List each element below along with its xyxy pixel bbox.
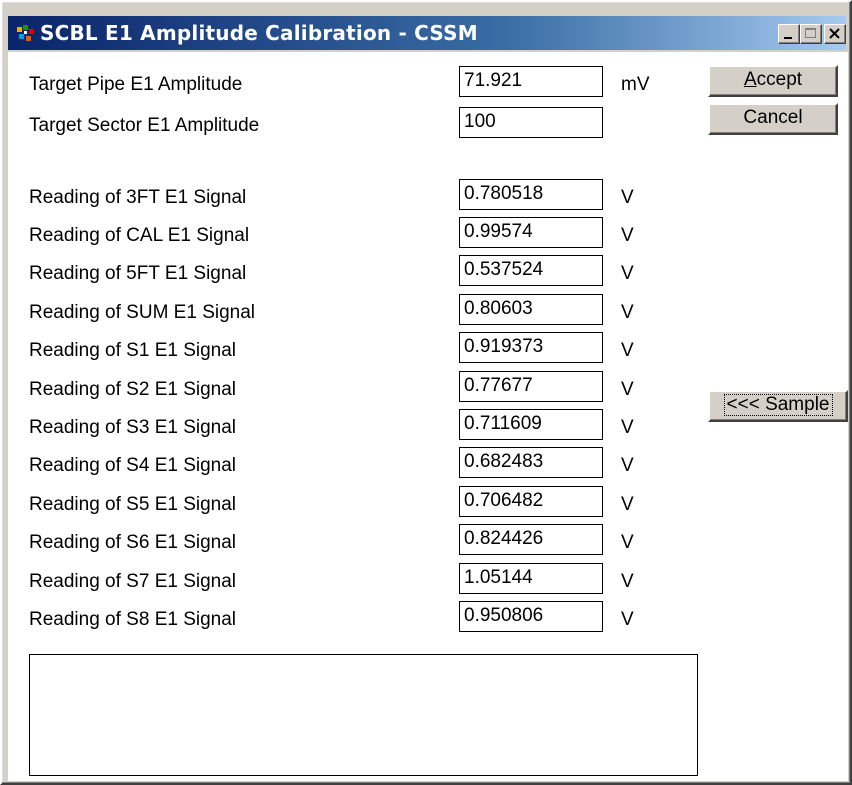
target-pipe-label: Target Pipe E1 Amplitude <box>29 74 243 95</box>
accept-button[interactable]: Accept <box>708 65 838 97</box>
reading-unit-s5: V <box>621 494 634 515</box>
maximize-button[interactable] <box>800 24 822 44</box>
reading-value-s7[interactable]: 1.05144 <box>459 563 603 594</box>
app-icon <box>17 25 34 41</box>
reading-value-s4[interactable]: 0.682483 <box>459 447 603 478</box>
reading-unit-s6: V <box>621 532 634 553</box>
sample-button-label: <<< Sample <box>723 394 833 416</box>
reading-unit-s7: V <box>621 571 634 592</box>
close-button[interactable] <box>824 24 846 44</box>
reading-value-s6[interactable]: 0.824426 <box>459 524 603 555</box>
target-sector-input[interactable]: 100 <box>459 107 603 138</box>
reading-label-s8: Reading of S8 E1 Signal <box>29 609 237 630</box>
accept-button-label: Accept <box>743 69 803 90</box>
cancel-button-label: Cancel <box>743 107 803 128</box>
calibration-window: SCBL E1 Amplitude Calibration - CSSM Tar… <box>0 0 852 785</box>
reading-value-s5[interactable]: 0.706482 <box>459 486 603 517</box>
reading-label-3ft: Reading of 3FT E1 Signal <box>29 187 247 208</box>
maximize-icon <box>805 28 816 38</box>
reading-unit-s2: V <box>621 379 634 400</box>
reading-unit-s1: V <box>621 340 634 361</box>
reading-unit-cal: V <box>621 225 634 246</box>
reading-value-s8[interactable]: 0.950806 <box>459 601 603 632</box>
reading-label-s1: Reading of S1 E1 Signal <box>29 340 237 361</box>
minimize-icon <box>784 37 792 39</box>
reading-label-s5: Reading of S5 E1 Signal <box>29 494 237 515</box>
reading-label-s2: Reading of S2 E1 Signal <box>29 379 237 400</box>
reading-value-s2[interactable]: 0.77677 <box>459 371 603 402</box>
reading-value-s3[interactable]: 0.711609 <box>459 409 603 440</box>
reading-value-sum[interactable]: 0.80603 <box>459 294 603 325</box>
reading-label-s4: Reading of S4 E1 Signal <box>29 455 237 476</box>
reading-label-s3: Reading of S3 E1 Signal <box>29 417 237 438</box>
reading-unit-s4: V <box>621 455 634 476</box>
reading-label-cal: Reading of CAL E1 Signal <box>29 225 250 246</box>
reading-unit-3ft: V <box>621 187 634 208</box>
reading-unit-s8: V <box>621 609 634 630</box>
reading-value-3ft[interactable]: 0.780518 <box>459 179 603 210</box>
sample-button[interactable]: <<< Sample <box>708 390 848 422</box>
reading-unit-sum: V <box>621 302 634 323</box>
reading-label-s6: Reading of S6 E1 Signal <box>29 532 237 553</box>
target-sector-label: Target Sector E1 Amplitude <box>29 115 260 136</box>
reading-value-s1[interactable]: 0.919373 <box>459 332 603 363</box>
minimize-button[interactable] <box>778 24 800 44</box>
reading-label-s7: Reading of S7 E1 Signal <box>29 571 237 592</box>
cancel-button[interactable]: Cancel <box>708 103 838 135</box>
window-title: SCBL E1 Amplitude Calibration - CSSM <box>40 21 478 45</box>
reading-label-5ft: Reading of 5FT E1 Signal <box>29 263 247 284</box>
reading-label-sum: Reading of SUM E1 Signal <box>29 302 256 323</box>
close-icon <box>829 28 840 39</box>
reading-value-cal[interactable]: 0.99574 <box>459 217 603 248</box>
client-area: Target Pipe E1 Amplitude 71.921 mV Targe… <box>8 52 848 781</box>
reading-unit-s3: V <box>621 417 634 438</box>
reading-value-5ft[interactable]: 0.537524 <box>459 255 603 286</box>
title-bar[interactable]: SCBL E1 Amplitude Calibration - CSSM <box>8 16 846 50</box>
target-pipe-input[interactable]: 71.921 <box>459 66 603 97</box>
message-box[interactable] <box>29 654 698 776</box>
target-pipe-unit: mV <box>621 74 650 95</box>
reading-unit-5ft: V <box>621 263 634 284</box>
